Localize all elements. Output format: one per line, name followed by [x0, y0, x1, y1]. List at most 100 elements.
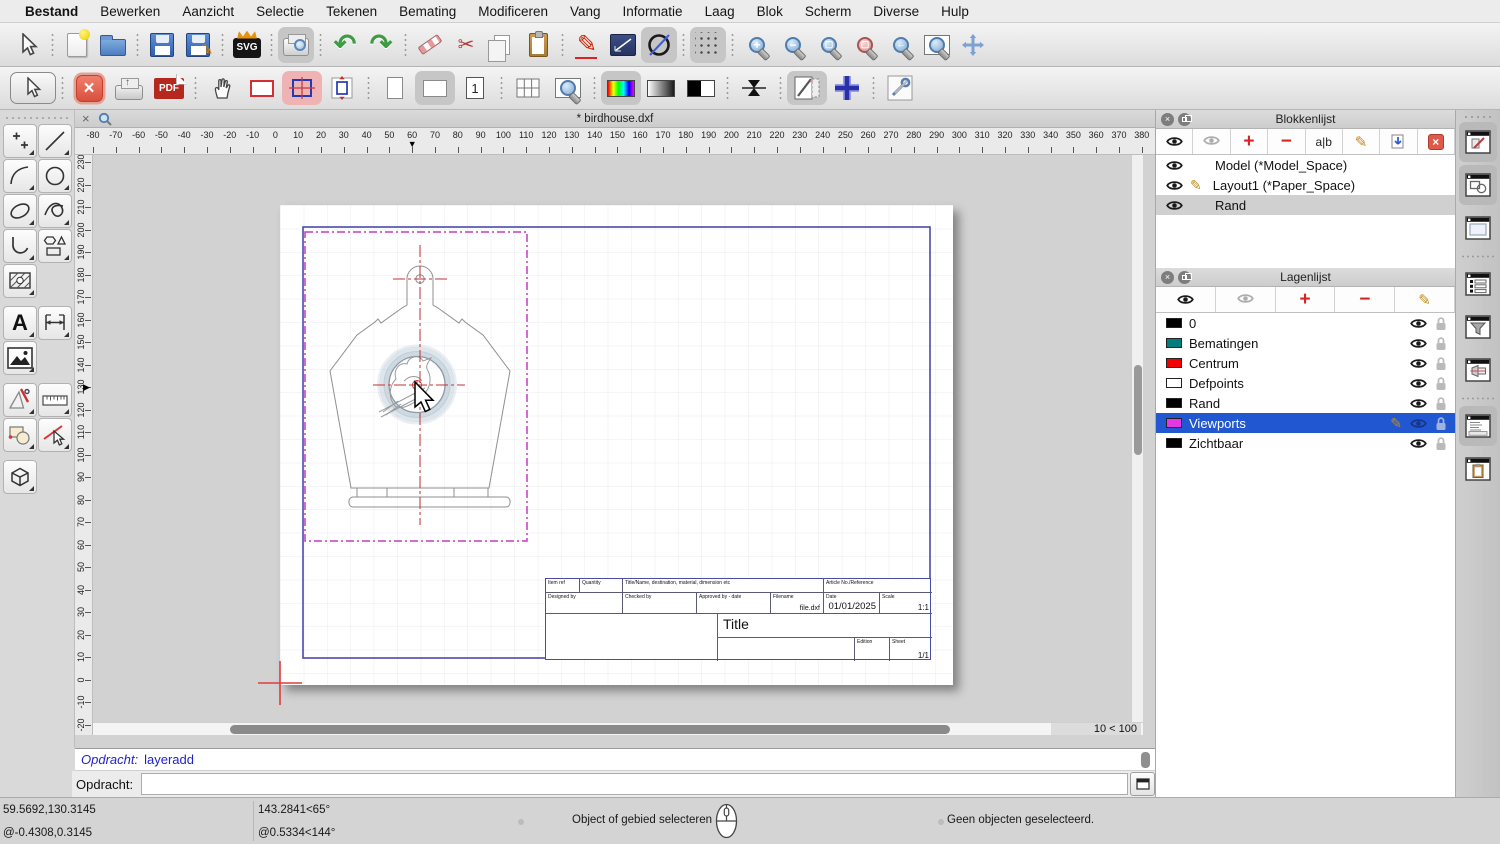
measure-tool[interactable]: [38, 383, 72, 417]
zoom-page-button[interactable]: [548, 71, 588, 105]
freehand-draw-button[interactable]: ✎: [569, 27, 605, 63]
layer-color-swatch[interactable]: [1166, 378, 1182, 388]
layer-edit-button[interactable]: ✎: [1395, 287, 1455, 312]
select-tool[interactable]: [10, 27, 46, 63]
dock-projection-button[interactable]: [1459, 350, 1497, 390]
layer-color-swatch[interactable]: [1166, 418, 1182, 428]
dock-command-history-button[interactable]: [1459, 406, 1497, 446]
page-landscape-button[interactable]: [415, 71, 455, 105]
modify-tools[interactable]: [38, 418, 72, 452]
layer-lock-icon[interactable]: [1435, 416, 1447, 431]
canvas[interactable]: Item ref Quantity Title/Name, destinatio…: [93, 155, 1143, 735]
dock-drag-handle[interactable]: [1463, 113, 1493, 120]
reference-line-button[interactable]: [605, 27, 641, 63]
save-button[interactable]: [144, 27, 180, 63]
grayscale-button[interactable]: [641, 71, 681, 105]
layer-lock-icon[interactable]: [1435, 336, 1447, 351]
drawing-settings-button[interactable]: [787, 71, 827, 105]
save-as-button[interactable]: ✎: [180, 27, 216, 63]
viewport-highlight-button[interactable]: [282, 71, 322, 105]
menu-vang[interactable]: Vang: [559, 0, 612, 23]
spline-tool[interactable]: [38, 194, 72, 228]
layer-visible-icon[interactable]: [1410, 378, 1427, 389]
layer-panel-close-icon[interactable]: ×: [1161, 271, 1174, 284]
layer-color-swatch[interactable]: [1166, 358, 1182, 368]
menu-blok[interactable]: Blok: [746, 0, 794, 23]
polyline-tool[interactable]: [3, 229, 37, 263]
visibility-eye-icon[interactable]: [1166, 160, 1183, 171]
layer-lock-icon[interactable]: [1435, 396, 1447, 411]
menu-bestand[interactable]: Bestand: [14, 0, 89, 23]
open-file-button[interactable]: [95, 27, 131, 63]
layer-color-swatch[interactable]: [1166, 318, 1182, 328]
full-color-button[interactable]: [601, 71, 641, 105]
menu-bewerken[interactable]: Bewerken: [89, 0, 171, 23]
layer-row-viewports[interactable]: Viewports ✎: [1156, 413, 1455, 433]
pan-paper-button[interactable]: [202, 71, 242, 105]
menu-laag[interactable]: Laag: [694, 0, 746, 23]
menu-modificeren[interactable]: Modificeren: [467, 0, 559, 23]
layer-visible-icon[interactable]: [1410, 398, 1427, 409]
zoom-window-button[interactable]: [919, 27, 955, 63]
block-insert-button[interactable]: [1380, 129, 1418, 154]
horizontal-scrollbar[interactable]: [93, 723, 1058, 735]
block-edit-button[interactable]: ✎: [1343, 129, 1381, 154]
layer-remove-button[interactable]: −: [1335, 287, 1396, 312]
hatch-tool[interactable]: [3, 264, 37, 298]
layer-color-swatch[interactable]: [1166, 338, 1182, 348]
menu-informatie[interactable]: Informatie: [612, 0, 694, 23]
page-portrait-button[interactable]: [375, 71, 415, 105]
circle-slash-button[interactable]: [641, 26, 677, 63]
zoom-selection-button[interactable]: ▢: [847, 27, 883, 63]
pan-button[interactable]: [955, 27, 991, 63]
block-hide-button[interactable]: [1193, 129, 1231, 154]
horizontal-scrollbar-thumb[interactable]: [230, 725, 950, 734]
block-row-rand[interactable]: Rand: [1156, 195, 1455, 215]
dock-property-editor-button[interactable]: [1459, 122, 1497, 162]
layer-row-defpoints[interactable]: Defpoints: [1156, 373, 1455, 393]
arc-tool[interactable]: [3, 159, 37, 193]
menu-selectie[interactable]: Selectie: [245, 0, 315, 23]
layer-row-0[interactable]: 0: [1156, 313, 1455, 333]
menu-scherm[interactable]: Scherm: [794, 0, 863, 23]
zoom-previous-button[interactable]: ←: [883, 27, 919, 63]
erase-button[interactable]: [412, 27, 448, 63]
menu-bemating[interactable]: Bemating: [388, 0, 467, 23]
paper-border-button[interactable]: [242, 71, 282, 105]
solid-tools[interactable]: [3, 460, 37, 494]
block-row-layout1-paper-space-[interactable]: ✎ Layout1 (*Paper_Space): [1156, 175, 1455, 195]
zoom-auto-button[interactable]: ▢: [811, 27, 847, 63]
text-tool[interactable]: A: [3, 306, 37, 340]
layer-add-button[interactable]: +: [1276, 287, 1336, 312]
layer-lock-icon[interactable]: [1435, 316, 1447, 331]
paste-button[interactable]: [520, 27, 556, 63]
layer-show-button[interactable]: [1156, 287, 1216, 312]
layer-row-centrum[interactable]: Centrum: [1156, 353, 1455, 373]
select-tool-2[interactable]: [10, 71, 56, 105]
block-remove-button[interactable]: −: [1268, 129, 1306, 154]
redo-button[interactable]: ↷: [363, 27, 399, 63]
dimension-tool[interactable]: [38, 306, 72, 340]
preferences-button[interactable]: [880, 71, 920, 105]
print-button[interactable]: [109, 71, 149, 105]
visibility-eye-icon[interactable]: [1166, 180, 1183, 191]
vertical-scrollbar[interactable]: [1131, 155, 1143, 722]
command-history-scrollbar-thumb[interactable]: [1141, 752, 1150, 768]
menu-diverse[interactable]: Diverse: [862, 0, 930, 23]
layer-visible-icon[interactable]: [1410, 358, 1427, 369]
circle-tool[interactable]: [38, 159, 72, 193]
layer-visible-icon[interactable]: [1410, 438, 1427, 449]
multi-page-button[interactable]: [508, 71, 548, 105]
points-tool[interactable]: [3, 124, 37, 158]
block-delete-button[interactable]: ×: [1418, 129, 1455, 154]
svg-export-button[interactable]: SVG: [229, 27, 265, 63]
crosshair-button[interactable]: [827, 71, 867, 105]
fit-drawing-button[interactable]: [322, 71, 362, 105]
new-file-button[interactable]: [59, 27, 95, 63]
layer-row-rand[interactable]: Rand: [1156, 393, 1455, 413]
ellipse-tool[interactable]: [3, 194, 37, 228]
line-tool[interactable]: [38, 124, 72, 158]
layer-lock-icon[interactable]: [1435, 356, 1447, 371]
image-tool[interactable]: [3, 341, 37, 375]
layer-row-zichtbaar[interactable]: Zichtbaar: [1156, 433, 1455, 453]
